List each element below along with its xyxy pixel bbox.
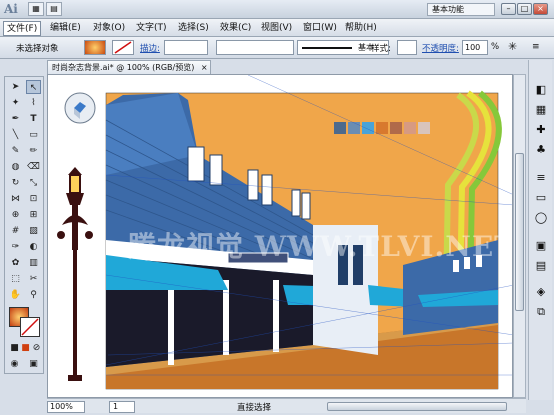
selection-status: 未选择对象 — [16, 44, 59, 54]
vertical-scroll-thumb[interactable] — [515, 153, 524, 311]
hand-icon[interactable]: ✋ — [8, 288, 23, 302]
color-swatches — [334, 122, 430, 134]
menu-bar: Ai ▦ ▤ 文件(F) 基本功能 – □ × — [0, 0, 554, 35]
rectangle-tool-icon[interactable]: ▭ — [26, 128, 41, 142]
status-bar: 100% 1 直接选择 — [47, 398, 526, 413]
color-panel-icon[interactable]: ◧ — [533, 82, 549, 98]
right-panel-dock: ◧ ▦ ✚ ♣ ≡ ▭ ◯ ▣ ▤ ◈ ⧉ — [528, 60, 552, 400]
width-tool-icon[interactable]: ⋈ — [8, 192, 23, 206]
eyedropper-icon[interactable]: ✑ — [8, 240, 23, 254]
eraser-icon[interactable]: ⌫ — [26, 160, 41, 174]
menu-type[interactable]: 文字(T) — [133, 21, 170, 36]
type-tool-icon[interactable]: T — [26, 112, 41, 126]
column-graph-icon[interactable]: ▥ — [26, 256, 41, 270]
stroke-weight-field[interactable] — [164, 40, 208, 55]
opacity-percent: % — [491, 42, 500, 52]
menu-edit[interactable]: 编辑(E) — [47, 21, 84, 36]
swatches-panel-icon[interactable]: ▦ — [533, 102, 549, 118]
graphic-styles-icon[interactable]: ▤ — [533, 258, 549, 274]
perspective-widget-icon — [64, 92, 96, 124]
stroke-link[interactable]: 描边: — [140, 42, 160, 54]
pencil-icon[interactable]: ✏ — [26, 144, 41, 158]
scale-icon[interactable]: ⤡ — [26, 176, 41, 190]
none-icon — [21, 318, 39, 336]
illustrator-window: Ai ▦ ▤ 文件(F) 基本功能 – □ × 文件(F) 编辑(E) 对象(O… — [0, 0, 554, 415]
brush-stroke-icon — [302, 47, 352, 49]
maximize-button[interactable]: □ — [517, 3, 532, 15]
minimize-button[interactable]: – — [501, 3, 516, 15]
artboards-panel-icon[interactable]: ⧉ — [533, 304, 549, 320]
line-tool-icon[interactable]: ╲ — [8, 128, 23, 142]
menu-file[interactable]: 文件(F) — [3, 21, 42, 36]
brushes-panel-icon[interactable]: ✚ — [533, 122, 549, 138]
screen-mode-icon[interactable]: ▣ — [26, 357, 41, 371]
document-canvas[interactable]: 腾龙视觉 WWW.TLVI.NET — [47, 74, 513, 398]
horizontal-scroll-thumb[interactable] — [327, 402, 507, 411]
panel-menu-icon[interactable]: ≡ — [532, 42, 540, 52]
document-tab-title: 时尚杂志背景.ai* @ 100% (RGB/预览) — [52, 63, 195, 72]
variable-width-select[interactable] — [216, 40, 294, 55]
gradient-panel-icon[interactable]: ▭ — [533, 190, 549, 206]
close-button[interactable]: × — [533, 3, 548, 15]
artboard-icon[interactable]: ⬚ — [8, 272, 23, 286]
layers-panel-icon[interactable]: ◈ — [533, 284, 549, 300]
recolor-icon[interactable]: ✳ — [508, 40, 517, 53]
shape-builder-icon[interactable]: ⊕ — [8, 208, 23, 222]
free-transform-icon[interactable]: ⊡ — [26, 192, 41, 206]
zoom-field[interactable]: 100% — [47, 401, 85, 413]
watermark: 腾龙视觉 WWW.TLVI.NET — [128, 230, 513, 263]
none-stroke-icon — [114, 41, 132, 54]
mesh-icon[interactable]: # — [8, 224, 23, 238]
direct-selection-tool-icon[interactable]: ↖ — [26, 80, 41, 94]
style-swatch[interactable] — [397, 40, 417, 55]
vertical-scrollbar[interactable] — [513, 74, 526, 398]
pen-tool-icon[interactable]: ✒ — [8, 112, 23, 126]
slice-icon[interactable]: ✂ — [26, 272, 41, 286]
symbols-panel-icon[interactable]: ♣ — [533, 142, 549, 158]
menu-object[interactable]: 对象(O) — [90, 21, 128, 36]
symbol-sprayer-icon[interactable]: ✿ — [8, 256, 23, 270]
artboard-number-field[interactable]: 1 — [109, 401, 135, 413]
bridge-icon[interactable]: ▦ — [28, 2, 44, 16]
magic-wand-icon[interactable]: ✦ — [8, 96, 23, 110]
tools-panel: ➤ ↖ ✦ ⌇ ✒ T ╲ ▭ ✎ ✏ ◍ ⌫ ↻ ⤡ ⋈ ⊡ ⊕ ⊞ # ▨ … — [4, 76, 44, 374]
gradient-icon[interactable]: ▨ — [26, 224, 41, 238]
menu-view[interactable]: 视图(V) — [258, 21, 295, 36]
control-bar: 未选择对象 描边: 基本 样式: 不透明度: 100 % ✳ ≡ — [0, 37, 554, 59]
paintbrush-icon[interactable]: ✎ — [8, 144, 23, 158]
appearance-panel-icon[interactable]: ▣ — [533, 238, 549, 254]
fill-swatch[interactable] — [84, 40, 106, 55]
close-tab-icon[interactable]: × — [201, 63, 208, 72]
rotate-icon[interactable]: ↻ — [8, 176, 23, 190]
document-tab[interactable]: 时尚杂志背景.ai* @ 100% (RGB/预览) × — [47, 60, 211, 74]
current-tool-status: 直接选择 — [237, 403, 272, 413]
menu-row: 文件(F) 编辑(E) 对象(O) 文字(T) 选择(S) 效果(C) 视图(V… — [0, 19, 554, 37]
menu-select[interactable]: 选择(S) — [175, 21, 212, 36]
menu-effect[interactable]: 效果(C) — [217, 21, 254, 36]
zoom-icon[interactable]: ⚲ — [26, 288, 41, 302]
stroke-swatch[interactable] — [112, 40, 134, 55]
lasso-icon[interactable]: ⌇ — [26, 96, 41, 110]
workspace-switcher[interactable]: 基本功能 — [427, 3, 495, 16]
blob-brush-icon[interactable]: ◍ — [8, 160, 23, 174]
stroke-color-icon[interactable] — [20, 317, 40, 337]
draw-normal-icon[interactable]: ◉ — [7, 357, 22, 371]
blend-icon[interactable]: ◐ — [26, 240, 41, 254]
style-label: 样式: — [371, 44, 391, 54]
opacity-link[interactable]: 不透明度: — [422, 42, 459, 54]
perspective-grid-icon[interactable]: ⊞ — [26, 208, 41, 222]
opacity-field[interactable]: 100 — [462, 40, 488, 55]
menu-window[interactable]: 窗口(W) — [300, 21, 340, 36]
menu-help[interactable]: 帮助(H) — [342, 21, 380, 36]
arrange-docs-icon[interactable]: ▤ — [46, 2, 62, 16]
transparency-panel-icon[interactable]: ◯ — [533, 210, 549, 226]
stroke-panel-icon[interactable]: ≡ — [533, 170, 549, 186]
none-mode-icon[interactable]: ⊘ — [29, 341, 44, 355]
app-logo: Ai — [4, 2, 18, 16]
selection-tool-icon[interactable]: ➤ — [8, 80, 23, 94]
